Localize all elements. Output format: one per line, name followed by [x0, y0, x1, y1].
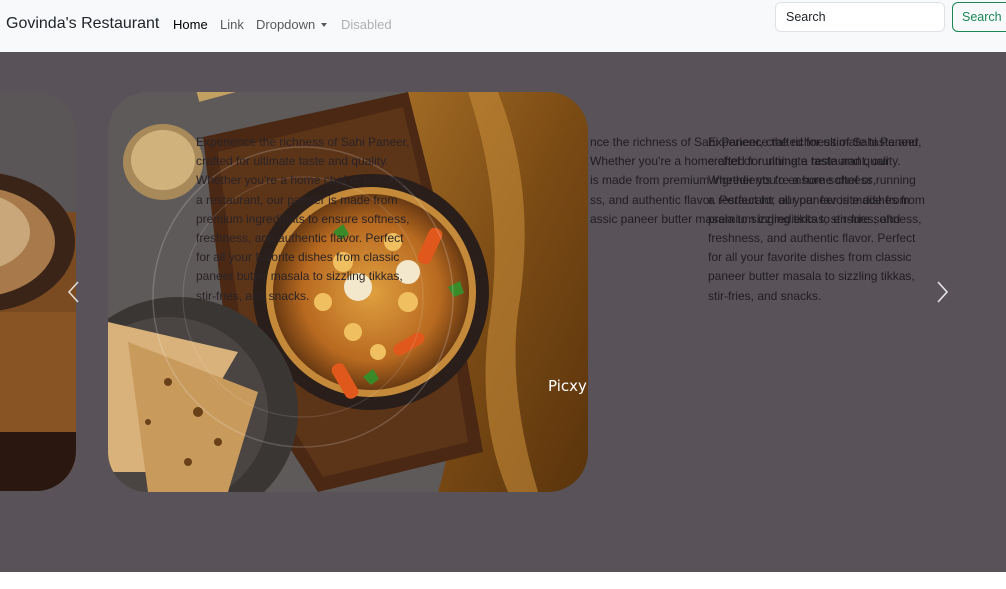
- caption-line: paneer butter masala to sizzling tikkas,: [708, 269, 915, 284]
- caption-line: a restaurant, our paneer is made from: [708, 192, 910, 207]
- caption-line: for all your favorite dishes from classi…: [196, 250, 400, 265]
- carousel: Picxy Experience the richness of Sahi Pa…: [0, 52, 1006, 572]
- caption-line: Whether you're a home chef or running: [708, 173, 916, 188]
- search-input[interactable]: [775, 2, 945, 32]
- caption-line: premium ingredients to ensure softness,: [708, 211, 922, 226]
- nav-dropdown-label: Dropdown: [256, 17, 316, 32]
- search-button[interactable]: Search: [952, 2, 1006, 32]
- caption-line: freshness, and authentic flavor. Perfect: [708, 231, 916, 246]
- chevron-right-icon: [937, 281, 949, 303]
- caption-line: stir-fries, and snacks.: [708, 288, 822, 303]
- nav-link-link[interactable]: Link: [220, 17, 244, 32]
- caption-line: crafted for ultimate taste and quality.: [196, 154, 389, 169]
- watermark-picxy: Picxy: [548, 377, 587, 395]
- carousel-caption-main: Experience the richness of Sahi Paneer, …: [196, 133, 431, 306]
- carousel-prev-button[interactable]: [62, 277, 86, 307]
- caption-line: stir-fries, and snacks.: [196, 288, 310, 303]
- carousel-caption-right: Experience the richness of Sahi Paneer, …: [708, 133, 943, 306]
- caption-line: for all your favorite dishes from classi…: [708, 250, 912, 265]
- caption-line: premium ingredients to ensure softness,: [196, 211, 410, 226]
- caption-line: a restaurant, our paneer is made from: [196, 192, 398, 207]
- navbar-brand[interactable]: Govinda's Restaurant: [6, 15, 159, 33]
- caption-line: Experience the richness of Sahi Paneer,: [196, 135, 410, 149]
- caption-line: Whether you're a home chef or running: [196, 173, 404, 188]
- caption-line: freshness, and authentic flavor. Perfect: [196, 231, 404, 246]
- caret-down-icon: [321, 23, 328, 27]
- caption-line: Experience the richness of Sahi Paneer,: [708, 135, 922, 149]
- caption-line: paneer butter masala to sizzling tikkas,: [196, 269, 403, 284]
- chevron-left-icon: [67, 281, 79, 303]
- nav-dropdown-toggle[interactable]: Dropdown: [256, 17, 328, 32]
- carousel-next-button[interactable]: [930, 277, 954, 307]
- page-bottom: [0, 572, 1006, 589]
- caption-line: crafted for ultimate taste and quality.: [708, 154, 901, 169]
- nav-link-disabled: Disabled: [341, 17, 392, 32]
- nav-link-home[interactable]: Home: [173, 17, 208, 32]
- navbar: Govinda's Restaurant Home Link Dropdown …: [0, 0, 1006, 52]
